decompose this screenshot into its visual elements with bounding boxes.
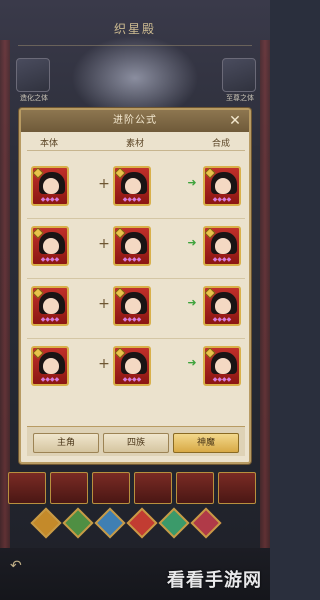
plus-icon: + xyxy=(98,236,110,252)
hero-face xyxy=(43,238,59,254)
hero-face xyxy=(215,238,231,254)
result-hero-card[interactable]: ◆◆◆◆ xyxy=(203,226,241,266)
column-material-header: 素材 xyxy=(125,139,144,149)
base-hero-card[interactable]: ◆◆◆◆ xyxy=(31,286,69,326)
hero-face xyxy=(125,358,141,374)
screen-title: 织星殿 xyxy=(113,22,156,36)
tab-protagonist[interactable]: 主角 xyxy=(33,433,99,453)
star-rating: ◆◆◆◆ xyxy=(212,376,232,383)
category-tab-bar: 主角 四族 神魔 xyxy=(27,426,245,456)
star-rating: ◆◆◆◆ xyxy=(122,376,142,383)
wind-element-icon[interactable] xyxy=(62,507,94,539)
plus-icon: + xyxy=(98,356,110,372)
base-hero-card[interactable]: ◆◆◆◆ xyxy=(31,346,69,386)
plus-icon: + xyxy=(98,296,110,312)
row-divider xyxy=(27,218,245,219)
spirit-element-icon[interactable] xyxy=(190,507,222,539)
hero-face xyxy=(125,238,141,254)
hero-face xyxy=(43,298,59,314)
modal-header: 进阶公式 xyxy=(21,110,249,132)
result-hero-card[interactable]: ◆◆◆◆ xyxy=(203,346,241,386)
material-hero-card[interactable]: ◆◆◆◆ xyxy=(113,286,151,326)
star-rating: ◆◆◆◆ xyxy=(212,256,232,263)
roster-hero-card[interactable] xyxy=(92,472,130,504)
element-filter-row xyxy=(0,507,270,542)
hero-face xyxy=(43,178,59,194)
formula-row: ◆◆◆◆ + ◆◆◆◆ ➜ ◆◆◆◆ xyxy=(27,346,245,396)
roster-hero-card[interactable] xyxy=(176,472,214,504)
hero-face xyxy=(125,298,141,314)
star-rating: ◆◆◆◆ xyxy=(122,256,142,263)
star-rating: ◆◆◆◆ xyxy=(40,316,60,323)
watermark-text: 看看手游网 xyxy=(167,570,262,591)
arrow-right-icon: ➜ xyxy=(187,236,197,249)
earth-element-icon[interactable] xyxy=(30,507,62,539)
water-element-icon[interactable] xyxy=(94,507,126,539)
wood-element-icon[interactable] xyxy=(158,507,190,539)
tab-four-clans[interactable]: 四族 xyxy=(103,433,169,453)
formula-modal: 进阶公式 ✕ 本体 素材 合成 ◆◆◆◆ + ◆◆◆◆ ➜ ◆◆◆◆ ◆◆◆◆ … xyxy=(19,108,251,464)
roster-hero-card[interactable] xyxy=(218,472,256,504)
hero-face xyxy=(125,178,141,194)
base-hero-card[interactable]: ◆◆◆◆ xyxy=(31,166,69,206)
fire-element-icon[interactable] xyxy=(126,507,158,539)
row-divider xyxy=(27,338,245,339)
tab-gods-demons[interactable]: 神魔 xyxy=(173,433,239,453)
star-rating: ◆◆◆◆ xyxy=(40,376,60,383)
base-hero-card[interactable]: ◆◆◆◆ xyxy=(31,226,69,266)
star-rating: ◆◆◆◆ xyxy=(122,316,142,323)
modal-title: 进阶公式 xyxy=(113,115,157,126)
back-arrow-icon[interactable]: ↶ xyxy=(10,558,30,578)
plus-icon: + xyxy=(98,176,110,192)
formula-row: ◆◆◆◆ + ◆◆◆◆ ➜ ◆◆◆◆ xyxy=(27,166,245,216)
hero-face xyxy=(215,358,231,374)
result-hero-card[interactable]: ◆◆◆◆ xyxy=(203,286,241,326)
hero-roster-strip xyxy=(0,472,270,508)
formula-row: ◆◆◆◆ + ◆◆◆◆ ➜ ◆◆◆◆ xyxy=(27,286,245,336)
result-hero-card[interactable]: ◆◆◆◆ xyxy=(203,166,241,206)
star-rating: ◆◆◆◆ xyxy=(212,316,232,323)
material-hero-card[interactable]: ◆◆◆◆ xyxy=(113,166,151,206)
header-divider xyxy=(27,150,245,151)
arrow-right-icon: ➜ xyxy=(187,356,197,369)
column-result-header: 合成 xyxy=(211,139,230,149)
star-rating: ◆◆◆◆ xyxy=(122,196,142,203)
hero-face xyxy=(43,358,59,374)
right-body-icon[interactable]: 至尊之体 xyxy=(222,58,256,102)
roster-hero-card[interactable] xyxy=(50,472,88,504)
left-body-label: 造化之体 xyxy=(20,94,48,102)
material-hero-card[interactable]: ◆◆◆◆ xyxy=(113,346,151,386)
right-body-label: 至尊之体 xyxy=(226,94,254,102)
material-hero-card[interactable]: ◆◆◆◆ xyxy=(113,226,151,266)
column-base-header: 本体 xyxy=(39,139,58,149)
hero-face xyxy=(215,298,231,314)
arrow-right-icon: ➜ xyxy=(187,296,197,309)
star-rating: ◆◆◆◆ xyxy=(40,256,60,263)
close-icon[interactable]: ✕ xyxy=(227,112,243,130)
bottom-navigation: ↶ 看看手游网 xyxy=(0,548,270,600)
arrow-right-icon: ➜ xyxy=(187,176,197,189)
left-body-icon[interactable]: 造化之体 xyxy=(16,58,50,102)
formula-row: ◆◆◆◆ + ◆◆◆◆ ➜ ◆◆◆◆ xyxy=(27,226,245,276)
row-divider xyxy=(27,278,245,279)
star-rating: ◆◆◆◆ xyxy=(212,196,232,203)
hero-face xyxy=(215,178,231,194)
star-rating: ◆◆◆◆ xyxy=(40,196,60,203)
roster-hero-card[interactable] xyxy=(134,472,172,504)
roster-hero-card[interactable] xyxy=(8,472,46,504)
